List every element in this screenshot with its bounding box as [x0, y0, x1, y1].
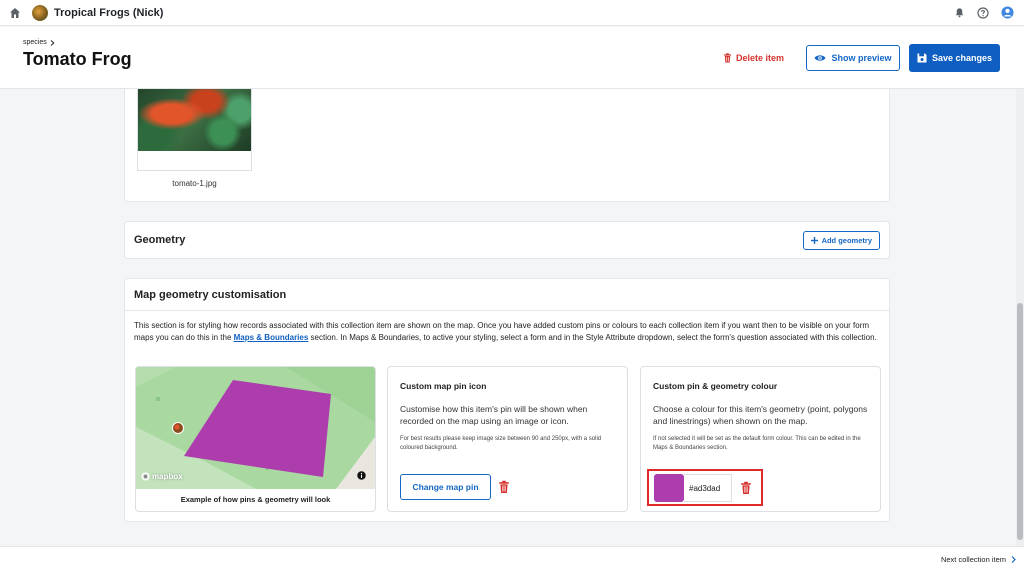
plus-icon — [810, 237, 818, 244]
description-text-end: section. In Maps & Boundaries, to active… — [308, 333, 877, 342]
change-map-pin-button[interactable]: Change map pin — [400, 474, 491, 500]
info-icon[interactable] — [357, 471, 366, 480]
project-avatar[interactable] — [32, 4, 48, 21]
custom-pin-heading: Custom map pin icon — [400, 381, 487, 391]
home-icon[interactable] — [8, 6, 22, 20]
next-collection-item-label: Next collection item — [940, 555, 1006, 564]
divider — [125, 310, 889, 311]
colour-hex-input[interactable]: #ad3dad — [684, 474, 732, 502]
topbar-actions — [952, 6, 1016, 20]
save-changes-label: Save changes — [931, 53, 993, 63]
chevron-right-icon — [50, 39, 55, 46]
mapbox-icon — [141, 472, 150, 481]
footer-bar: Next collection item — [0, 546, 1024, 572]
customisation-description: This section is for styling how records … — [134, 320, 879, 344]
page-header: species Tomato Frog Delete item Show pre… — [0, 27, 1024, 89]
add-geometry-label: Add geometry — [821, 236, 872, 245]
map-customisation-card: Map geometry customisation This section … — [124, 278, 890, 522]
show-preview-button[interactable]: Show preview — [806, 45, 900, 71]
geometry-title: Geometry — [134, 234, 186, 246]
floppy-disk-icon — [917, 53, 927, 63]
chevron-right-icon — [1011, 556, 1016, 563]
trash-icon[interactable] — [740, 481, 752, 495]
geometry-card: Geometry Add geometry — [124, 221, 890, 259]
custom-colour-panel: Custom pin & geometry colour Choose a co… — [640, 366, 881, 512]
user-avatar-icon[interactable] — [1000, 6, 1014, 20]
custom-pin-text: Customise how this item's pin will be sh… — [400, 404, 588, 426]
show-preview-label: Show preview — [831, 53, 892, 63]
add-geometry-button[interactable]: Add geometry — [802, 231, 880, 250]
delete-item-label: Delete item — [736, 53, 785, 63]
map-canvas — [136, 367, 375, 489]
top-bar: Tropical Frogs (Nick) — [0, 0, 1024, 26]
page-title: Tomato Frog — [23, 49, 132, 69]
maps-boundaries-link[interactable]: Maps & Boundaries — [234, 333, 309, 342]
map-preview-panel: mapbox Example of how pins & geometry wi… — [135, 366, 376, 512]
project-title[interactable]: Tropical Frogs (Nick) — [54, 7, 163, 19]
custom-colour-hint: If not selected it will be set as the de… — [653, 436, 861, 451]
custom-pin-panel: Custom map pin icon Customise how this i… — [387, 366, 628, 512]
delete-item-button[interactable]: Delete item — [723, 45, 784, 71]
customisation-title: Map geometry customisation — [134, 289, 287, 301]
save-changes-button[interactable]: Save changes — [909, 44, 1000, 72]
frog-photo — [138, 89, 251, 151]
mapbox-logo: mapbox — [141, 472, 183, 481]
scrollbar-thumb[interactable] — [1017, 303, 1023, 540]
bell-icon[interactable] — [952, 6, 966, 20]
trash-icon — [723, 53, 732, 63]
image-filename: tomato-1.jpg — [172, 179, 217, 188]
custom-pin-hint: For best results please keep image size … — [400, 436, 602, 451]
image-thumbnail[interactable] — [137, 89, 252, 171]
map-preview-caption: Example of how pins & geometry will look — [180, 495, 331, 504]
custom-colour-heading: Custom pin & geometry colour — [653, 381, 778, 391]
eye-icon — [814, 55, 826, 61]
next-collection-item-link[interactable]: Next collection item — [941, 555, 1016, 564]
breadcrumb-species[interactable]: species — [23, 39, 47, 46]
map-preview[interactable]: mapbox — [136, 367, 375, 489]
mapbox-text: mapbox — [152, 472, 183, 481]
custom-colour-text: Choose a colour for this item's geometry… — [653, 404, 868, 426]
image-card: tomato-1.jpg — [124, 89, 890, 202]
trash-icon[interactable] — [498, 480, 510, 494]
breadcrumb[interactable]: species — [23, 39, 55, 46]
colour-swatch[interactable] — [654, 474, 684, 502]
help-icon[interactable] — [976, 6, 990, 20]
